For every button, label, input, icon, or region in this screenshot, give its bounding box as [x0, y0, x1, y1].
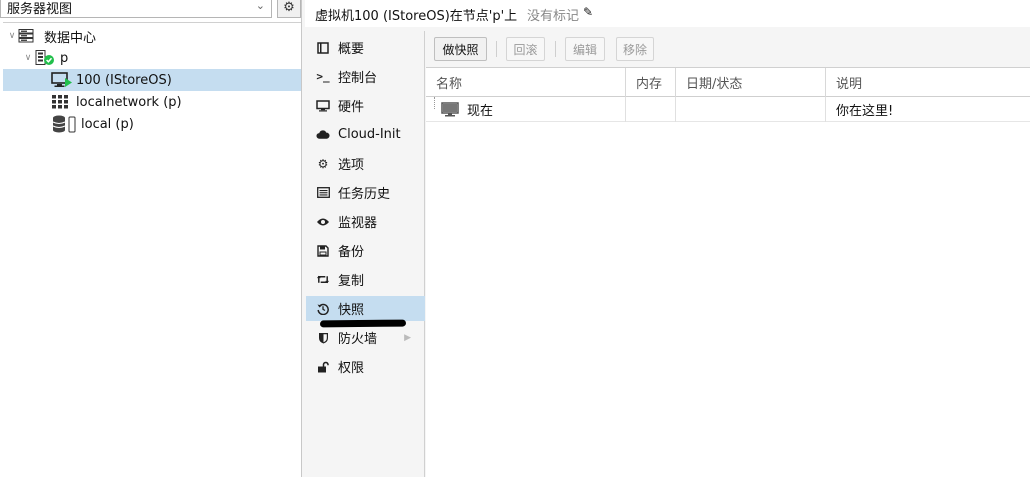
nav-item-hardware[interactable]: 硬件	[306, 93, 425, 118]
tree-node-localnetwork[interactable]: localnetwork (p)	[3, 91, 301, 113]
nav-label: 权限	[338, 361, 365, 376]
tree-node-vm-100[interactable]: 100 (IStoreOS)	[3, 69, 301, 91]
nav-item-task-history[interactable]: 任务历史	[306, 180, 425, 205]
view-selector-value: 服务器视图	[7, 2, 73, 17]
book-icon	[316, 41, 330, 54]
tree-label-network: localnetwork (p)	[76, 94, 182, 110]
nav-label: 任务历史	[338, 187, 391, 202]
nav-item-snapshots[interactable]: 快照	[306, 296, 425, 321]
tree-label-storage: local (p)	[81, 116, 134, 132]
terminal-icon: >_	[316, 70, 330, 83]
shield-icon	[316, 332, 330, 344]
nav-label: 选项	[338, 158, 365, 173]
cell-date-status	[676, 97, 826, 122]
column-header-description[interactable]: 说明	[826, 68, 1030, 97]
list-icon	[316, 187, 330, 198]
floppy-icon	[316, 244, 330, 257]
nav-item-cloud-init[interactable]: Cloud-Init	[306, 122, 425, 147]
expand-arrow-icon[interactable]: ▶	[404, 333, 411, 343]
remove-button[interactable]: 移除	[616, 37, 654, 61]
nav-item-firewall[interactable]: 防火墙 ▶	[306, 325, 425, 350]
column-header-date-status[interactable]: 日期/状态	[676, 68, 826, 97]
nav-label: 备份	[338, 245, 365, 260]
nav-item-console[interactable]: >_ 控制台	[306, 64, 425, 89]
nav-item-permissions[interactable]: 权限	[306, 354, 425, 379]
server-stack-icon	[18, 29, 34, 43]
nav-label: 复制	[338, 274, 365, 289]
view-selector[interactable]: 服务器视图 ⌄	[0, 0, 272, 18]
nav-item-replication[interactable]: 复制	[306, 267, 425, 292]
nav-item-options[interactable]: ⚙ 选项	[306, 151, 425, 176]
cell-description: 你在这里!	[836, 104, 894, 119]
snapshot-panel: 做快照 回滚 编辑 移除 名称 内存 日期/状态 说明 现在 你在这里!	[426, 31, 1030, 477]
toolbar-separator	[496, 41, 497, 57]
take-snapshot-button[interactable]: 做快照	[434, 37, 487, 61]
content-header: 虚拟机100 (IStoreOS)在节点'p'上 没有标记 ✎	[305, 0, 1030, 27]
annotation-scribble	[319, 319, 407, 328]
nav-item-backup[interactable]: 备份	[306, 238, 425, 263]
column-header-name[interactable]: 名称	[426, 68, 626, 97]
cell-ram	[626, 97, 676, 122]
column-header-ram[interactable]: 内存	[626, 68, 676, 97]
snapshot-name: 现在	[467, 104, 494, 119]
edit-button[interactable]: 编辑	[565, 37, 605, 61]
pencil-icon[interactable]: ✎	[583, 5, 593, 19]
grid-network-icon	[52, 95, 68, 109]
nav-item-summary[interactable]: 概要	[306, 35, 425, 60]
database-icon	[52, 115, 78, 133]
page-title: 虚拟机100 (IStoreOS)在节点'p'上	[315, 9, 518, 24]
tree-label-vm: 100 (IStoreOS)	[76, 72, 172, 88]
chevron-down-icon: ⌄	[255, 0, 265, 12]
tags-label: 没有标记	[527, 9, 580, 24]
vm-running-icon	[51, 72, 73, 88]
tree-expand-toggle[interactable]: ∨	[22, 53, 34, 63]
rollback-button[interactable]: 回滚	[506, 37, 545, 61]
gear-icon: ⚙	[317, 156, 329, 171]
tree-label-datacenter: 数据中心	[44, 30, 97, 46]
vm-config-nav: 概要 >_ 控制台 硬件 Cloud-Init ⚙ 选项 任务历史 监视器 备份…	[306, 31, 425, 477]
tree-node-p[interactable]: ∨ p	[3, 47, 301, 69]
nav-label: 概要	[338, 42, 365, 57]
eye-icon	[316, 217, 330, 227]
history-icon	[316, 303, 330, 315]
monitor-icon	[316, 99, 330, 112]
nav-label: 硬件	[338, 100, 365, 115]
unlock-icon	[316, 361, 330, 373]
cell-name: 现在	[426, 97, 626, 122]
resource-tree-panel: 服务器视图 ⌄ ⚙ ∨ 数据中心 ∨ p 100 (IStoreOS) loca…	[0, 0, 302, 477]
monitor-icon	[441, 102, 459, 121]
nav-label: 防火墙	[338, 332, 378, 347]
tree-expand-toggle[interactable]: ∨	[6, 31, 18, 41]
resource-tree: ∨ 数据中心 ∨ p 100 (IStoreOS) localnetwork (…	[3, 22, 301, 133]
nav-label: 监视器	[338, 216, 378, 231]
grid-header: 名称 内存 日期/状态 说明	[426, 68, 1030, 97]
toolbar-separator	[555, 41, 556, 57]
gear-icon[interactable]: ⚙	[277, 0, 301, 18]
nav-label: 快照	[338, 303, 365, 318]
tree-connector	[434, 97, 435, 109]
nav-label: 控制台	[338, 71, 378, 86]
cloud-icon	[316, 129, 330, 140]
tree-node-datacenter[interactable]: ∨ 数据中心	[3, 25, 301, 47]
tree-label-node: p	[60, 50, 69, 66]
nav-item-monitor[interactable]: 监视器	[306, 209, 425, 234]
table-row[interactable]: 现在 你在这里!	[426, 97, 1030, 122]
tree-node-local-storage[interactable]: local (p)	[3, 113, 301, 135]
retweet-icon	[316, 274, 330, 285]
snapshot-toolbar: 做快照 回滚 编辑 移除	[426, 31, 1030, 68]
nav-label: Cloud-Init	[338, 127, 401, 142]
node-online-icon	[35, 50, 55, 66]
